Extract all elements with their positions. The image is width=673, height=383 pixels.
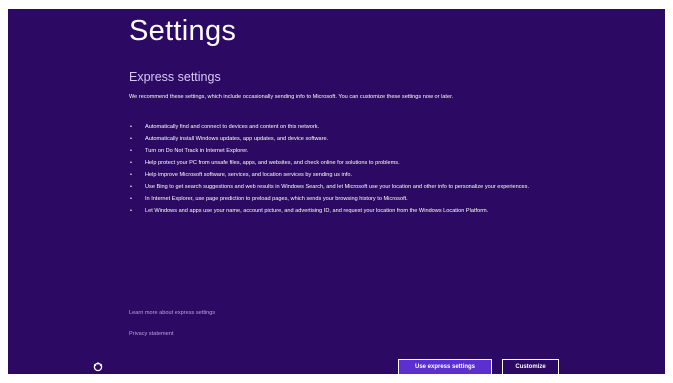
list-item-text: Automatically find and connect to device… bbox=[145, 124, 320, 130]
list-item: • Help improve Microsoft software, servic… bbox=[129, 171, 559, 179]
settings-list: • Automatically find and connect to devic… bbox=[129, 123, 559, 219]
intro-text: We recommend these settings, which inclu… bbox=[129, 94, 454, 100]
list-item: • Automatically find and connect to devic… bbox=[129, 123, 559, 131]
bullet-icon: • bbox=[130, 136, 132, 142]
bullet-icon: • bbox=[130, 148, 132, 154]
bullet-icon: • bbox=[130, 172, 132, 178]
list-item-text: Automatically install Windows updates, a… bbox=[145, 136, 329, 142]
use-express-settings-button[interactable]: Use express settings bbox=[398, 359, 492, 374]
privacy-statement-link[interactable]: Privacy statement bbox=[129, 331, 173, 337]
page-title: Settings bbox=[129, 15, 237, 47]
ease-of-access-icon[interactable] bbox=[92, 361, 104, 373]
customize-button[interactable]: Customize bbox=[502, 359, 559, 374]
list-item-text: Turn on Do Not Track in Internet Explore… bbox=[145, 148, 249, 154]
list-item-text: Help improve Microsoft software, service… bbox=[145, 172, 353, 178]
list-item: • Use Bing to get search suggestions and … bbox=[129, 183, 559, 191]
bullet-icon: • bbox=[130, 124, 132, 130]
bullet-icon: • bbox=[130, 160, 132, 166]
list-item: • Automatically install Windows updates, … bbox=[129, 135, 559, 143]
list-item-text: Let Windows and apps use your name, acco… bbox=[145, 208, 489, 214]
list-item-text: Use Bing to get search suggestions and w… bbox=[145, 184, 530, 190]
learn-more-link[interactable]: Learn more about express settings bbox=[129, 310, 215, 316]
bullet-icon: • bbox=[130, 196, 132, 202]
list-item-text: Help protect your PC from unsafe files, … bbox=[145, 160, 400, 166]
setup-screen: Settings Express settings We recommend t… bbox=[8, 9, 665, 374]
list-item: • Help protect your PC from unsafe files,… bbox=[129, 159, 559, 167]
bullet-icon: • bbox=[130, 208, 132, 214]
list-item: • Turn on Do Not Track in Internet Explor… bbox=[129, 147, 559, 155]
section-heading: Express settings bbox=[129, 70, 221, 84]
list-item: • In Internet Explorer, use page predicti… bbox=[129, 195, 559, 203]
list-item: • Let Windows and apps use your name, acc… bbox=[129, 207, 559, 215]
bullet-icon: • bbox=[130, 184, 132, 190]
list-item-text: In Internet Explorer, use page predictio… bbox=[145, 196, 408, 202]
